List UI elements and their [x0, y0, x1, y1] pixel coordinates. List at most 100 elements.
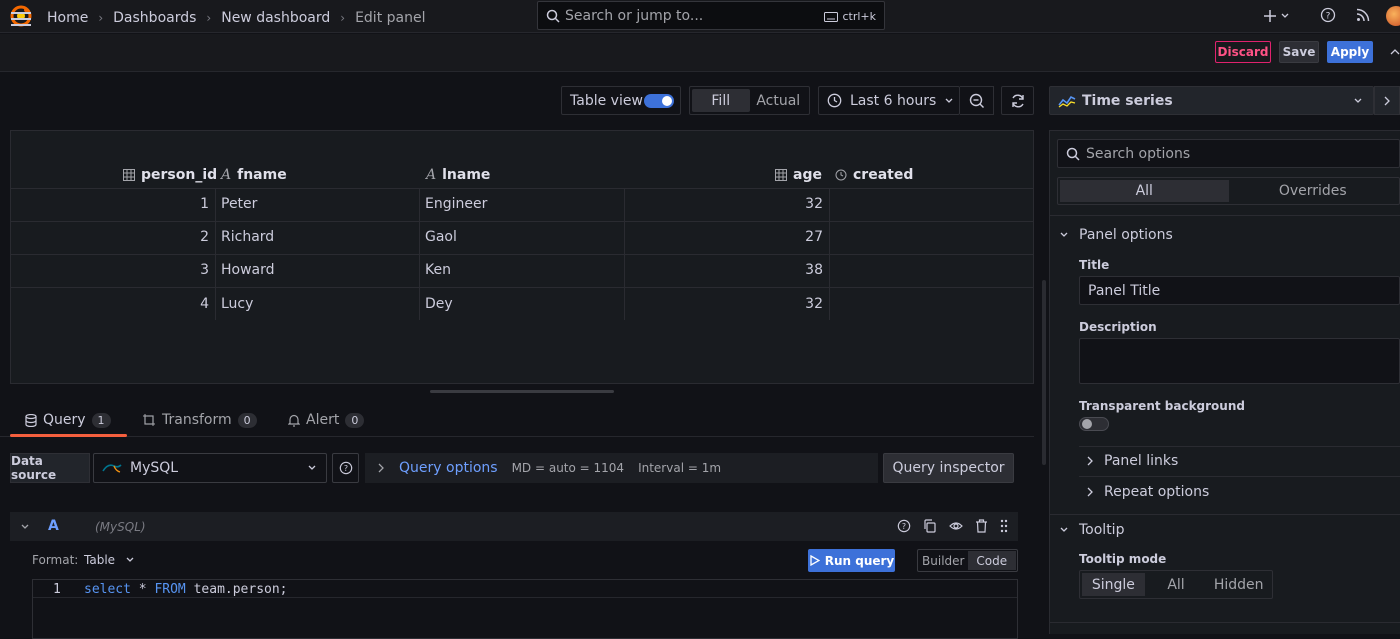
search-icon [546, 9, 560, 23]
refresh-icon [1011, 94, 1024, 107]
tab-all[interactable]: All [1060, 180, 1229, 202]
column-header-fname[interactable]: A fname [221, 167, 287, 183]
run-query-button[interactable]: Run query [808, 549, 895, 572]
run-query-label: Run query [824, 553, 895, 568]
editor-scrollbar[interactable] [1042, 280, 1046, 465]
transparent-background-label: Transparent background [1079, 399, 1245, 413]
query-row-actions: ? [897, 519, 1008, 533]
new-menu-button[interactable] [1263, 7, 1295, 25]
tab-count-badge: 0 [345, 412, 365, 428]
column-header-lname[interactable]: A lname [426, 167, 490, 183]
cell-person-id: 3 [200, 262, 209, 278]
number-icon [123, 169, 135, 181]
divider [215, 188, 216, 320]
max-data-points-info: MD = auto = 1104 [511, 461, 625, 475]
drag-handle-icon[interactable] [1000, 519, 1008, 533]
tooltip-mode-single[interactable]: Single [1082, 573, 1145, 596]
chevron-right-icon [1087, 487, 1093, 497]
query-ref-id[interactable]: A [48, 518, 59, 534]
visualization-picker[interactable]: Time series [1049, 86, 1374, 115]
help-icon[interactable]: ? [897, 519, 911, 533]
chevron-down-icon [1060, 232, 1068, 237]
trash-icon[interactable] [975, 519, 988, 533]
section-title: Panel options [1079, 227, 1173, 243]
table-view-toggle[interactable]: Table view [561, 86, 681, 115]
text-icon: A [426, 167, 437, 183]
divider [11, 287, 1033, 288]
breadcrumb-dashboards[interactable]: Dashboards [113, 10, 196, 26]
chevron-down-icon[interactable] [20, 522, 30, 532]
discard-button[interactable]: Discard [1215, 41, 1271, 63]
data-source-help-button[interactable]: ? [332, 453, 359, 483]
column-header-created[interactable]: created [835, 167, 913, 183]
tab-overrides[interactable]: Overrides [1229, 180, 1398, 202]
search-bar[interactable]: Search or jump to... ctrl+k [537, 1, 885, 30]
divider [1049, 215, 1400, 216]
column-header-age[interactable]: age [775, 167, 822, 183]
hamburger-menu-icon[interactable] [11, 12, 31, 26]
breadcrumb-home[interactable]: Home [47, 10, 88, 26]
panel-title-input[interactable]: Panel Title [1079, 276, 1400, 305]
help-icon[interactable]: ? [1320, 7, 1336, 23]
chevron-right-icon: › [206, 11, 212, 25]
divider [419, 188, 420, 320]
tab-count-badge: 0 [237, 412, 257, 428]
transparent-background-switch[interactable] [1079, 417, 1109, 431]
svg-text:?: ? [902, 522, 906, 531]
refresh-button[interactable] [1001, 86, 1034, 115]
query-inspector-button[interactable]: Query inspector [883, 453, 1014, 483]
breadcrumb-new-dashboard[interactable]: New dashboard [221, 10, 330, 26]
search-options-input[interactable]: Search options [1057, 139, 1400, 168]
active-tab-indicator [10, 434, 127, 437]
tab-alert[interactable]: Alert 0 [288, 412, 365, 428]
tooltip-mode-hidden[interactable]: Hidden [1207, 573, 1270, 596]
query-row-a: A (MySQL) ? [10, 512, 1018, 541]
cell-lname: Ken [425, 262, 451, 278]
cell-age: 38 [805, 262, 823, 278]
table-view-switch[interactable] [644, 94, 674, 108]
format-value: Table [84, 553, 116, 567]
time-series-icon [1058, 95, 1076, 108]
copy-icon[interactable] [923, 519, 937, 533]
pane-splitter-handle[interactable] [430, 390, 614, 393]
query-options-toggle[interactable]: Query options MD = auto = 1104 Interval … [365, 453, 878, 483]
user-avatar[interactable] [1386, 6, 1400, 26]
tooltip-mode-selector: Single All Hidden [1079, 570, 1273, 599]
zoom-out-button[interactable] [960, 86, 994, 115]
tab-query[interactable]: Query 1 [25, 412, 111, 428]
column-header-person-id[interactable]: person_id [123, 167, 217, 183]
actual-option[interactable]: Actual [750, 89, 808, 112]
tooltip-mode-all[interactable]: All [1145, 573, 1208, 596]
news-rss-icon[interactable] [1356, 8, 1370, 22]
save-button[interactable]: Save [1279, 41, 1319, 63]
data-source-picker[interactable]: MySQL [93, 453, 327, 483]
chevron-down-icon [1060, 527, 1068, 532]
bell-icon [288, 414, 300, 427]
description-textarea[interactable] [1079, 338, 1400, 384]
builder-option[interactable]: Builder [919, 551, 968, 570]
repeat-options-section[interactable]: Repeat options [1086, 484, 1209, 500]
tooltip-section[interactable]: Tooltip [1059, 522, 1124, 538]
chevron-up-icon[interactable] [1390, 48, 1400, 56]
apply-button[interactable]: Apply [1327, 41, 1373, 63]
cell-lname: Gaol [425, 229, 457, 245]
search-icon [1066, 147, 1080, 161]
divider [1049, 514, 1400, 515]
eye-icon[interactable] [949, 519, 963, 533]
collapse-options-button[interactable] [1374, 86, 1400, 115]
section-title: Panel links [1104, 453, 1179, 469]
fill-option[interactable]: Fill [692, 89, 750, 112]
sql-code-editor[interactable]: 1 select * FROM team.person; [32, 579, 1018, 639]
keyboard-icon [824, 11, 839, 22]
panel-options-section[interactable]: Panel options [1059, 227, 1173, 243]
panel-links-section[interactable]: Panel links [1086, 453, 1178, 469]
svg-text:?: ? [343, 464, 347, 473]
format-select[interactable]: Table [84, 553, 135, 567]
time-range-picker[interactable]: Last 6 hours [818, 86, 960, 115]
nav-bar [0, 34, 1400, 72]
tab-transform[interactable]: Transform 0 [142, 412, 257, 428]
cell-lname: Dey [425, 296, 453, 312]
code-option[interactable]: Code [967, 551, 1016, 570]
divider [1079, 476, 1400, 477]
cell-person-id: 1 [200, 196, 209, 212]
